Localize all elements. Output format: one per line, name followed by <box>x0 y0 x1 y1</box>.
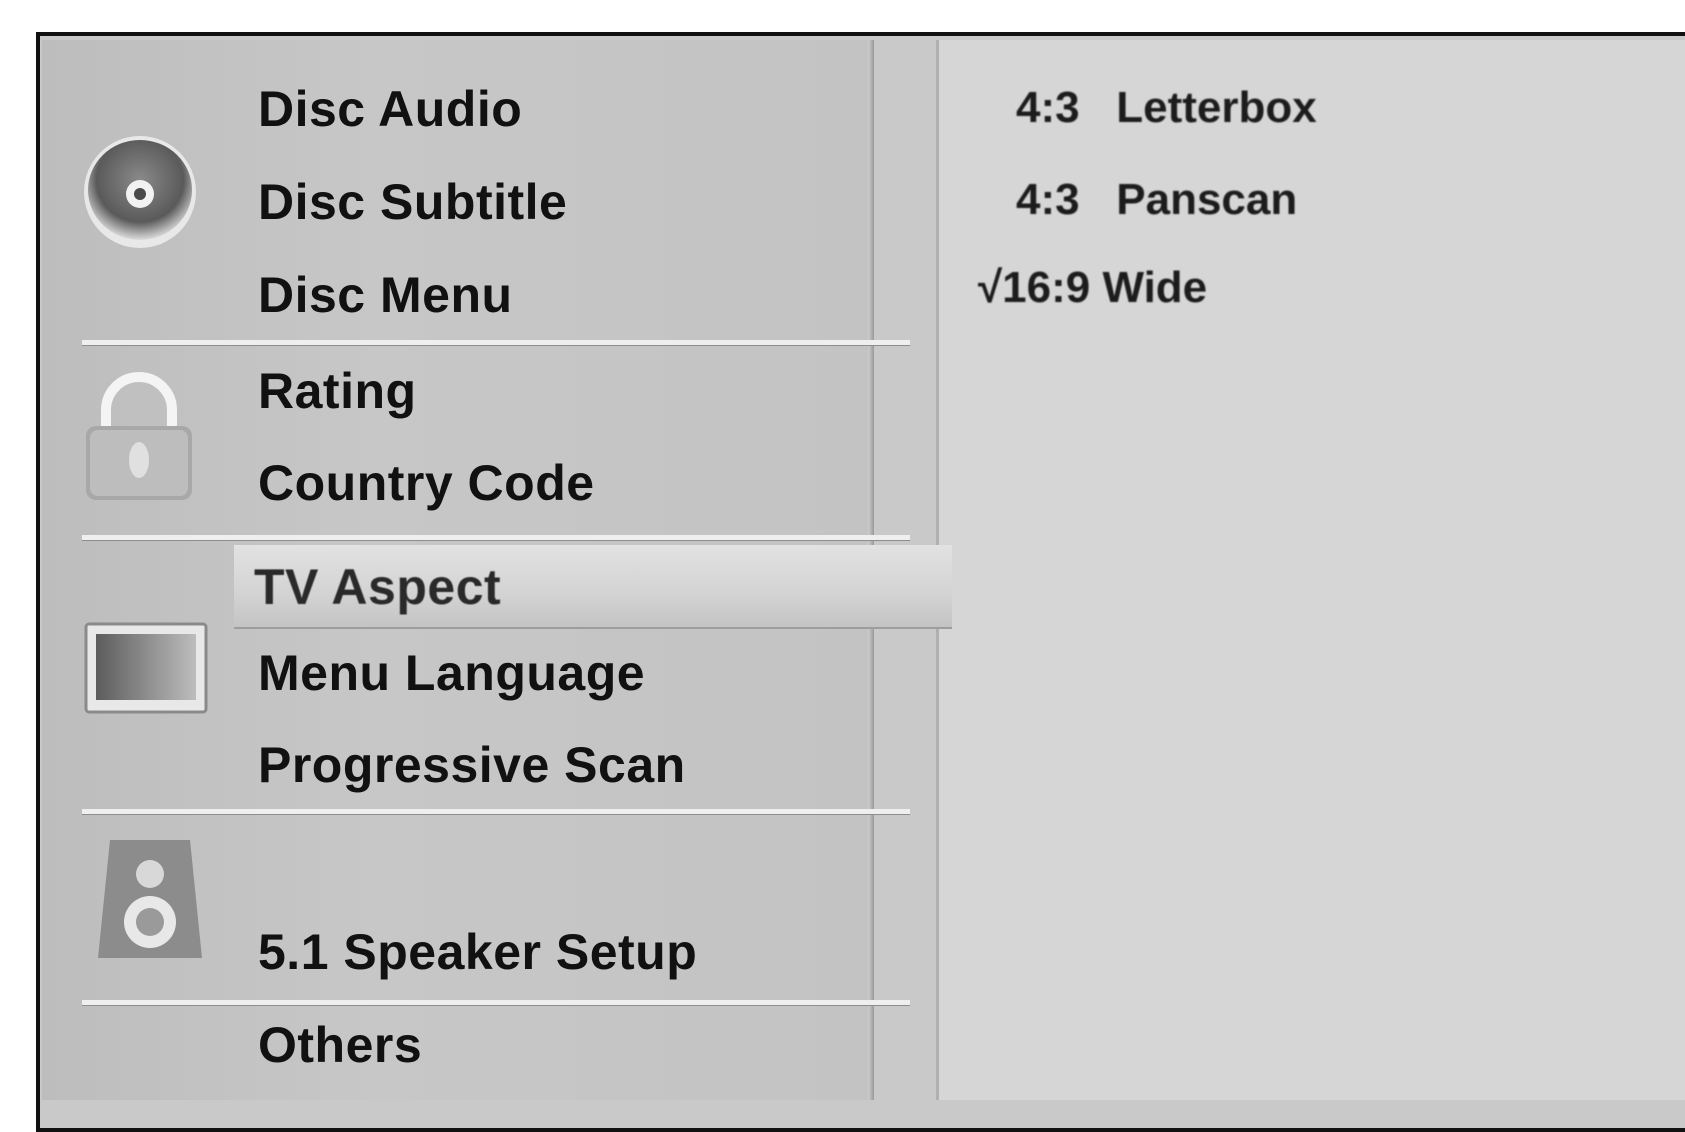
section-divider <box>82 1000 910 1005</box>
menu-item-disc-audio[interactable]: Disc Audio <box>258 84 522 134</box>
menu-item-disc-subtitle[interactable]: Disc Subtitle <box>258 177 567 227</box>
menu-item-tv-aspect[interactable]: TV Aspect <box>254 562 501 612</box>
option-wide[interactable]: √16:9 Wide <box>978 266 1207 310</box>
menu-item-country-code[interactable]: Country Code <box>258 458 595 508</box>
option-letterbox[interactable]: 4:3 Letterbox <box>1016 86 1317 130</box>
menu-item-progressive-scan[interactable]: Progressive Scan <box>258 740 686 790</box>
tv-icon <box>84 622 208 714</box>
menu-item-rating[interactable]: Rating <box>258 366 417 416</box>
section-divider <box>82 535 910 540</box>
menu-item-others[interactable]: Others <box>258 1020 422 1070</box>
menu-item-menu-language[interactable]: Menu Language <box>258 648 645 698</box>
speaker-icon <box>96 838 204 960</box>
menu-item-disc-menu[interactable]: Disc Menu <box>258 270 513 320</box>
disc-icon <box>82 134 198 250</box>
section-divider <box>82 340 910 345</box>
section-divider <box>82 809 910 814</box>
menu-item-speaker-setup[interactable]: 5.1 Speaker Setup <box>258 927 697 977</box>
lock-icon <box>84 372 194 502</box>
option-panscan[interactable]: 4:3 Panscan <box>1016 178 1297 222</box>
